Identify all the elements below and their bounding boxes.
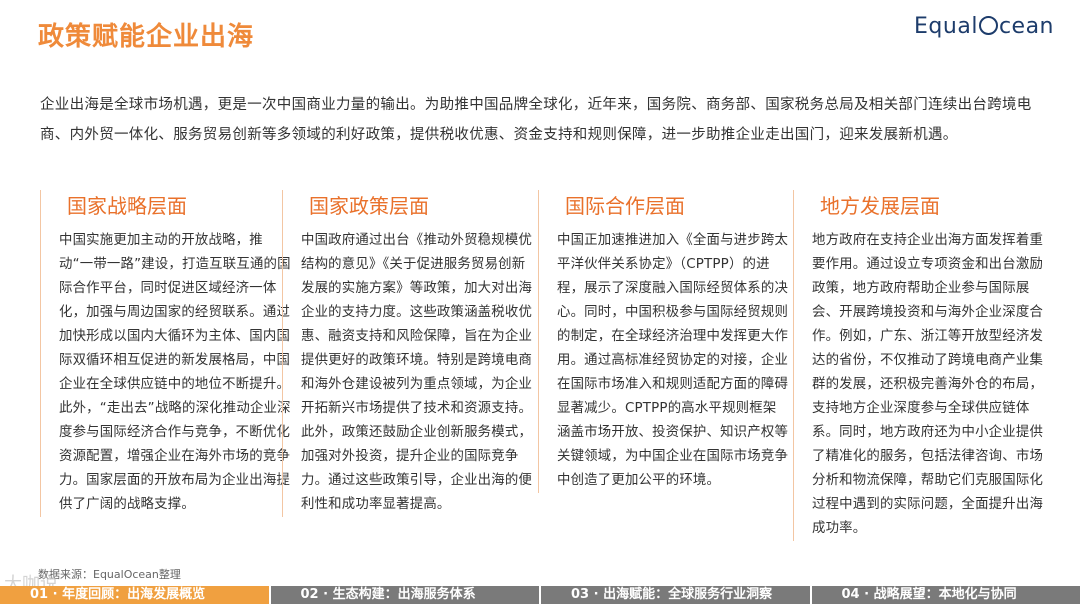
column-heading: 地方发展层面: [820, 194, 940, 218]
column-body: 中国实施更加主动的开放战略，推动“一带一路”建设，打造互联互通的国际合作平台，同…: [59, 233, 291, 512]
column-body: 地方政府在支持企业出海方面发挥着重要作用。通过设立专项资金和出台激励政策，地方政…: [812, 233, 1044, 536]
data-source-note: 数据来源：EqualOcean整理: [38, 568, 181, 581]
page-title: 政策赋能企业出海: [38, 22, 255, 52]
equalocean-logo: Equal cean: [914, 14, 1054, 39]
column-body: 中国政府通过出台《推动外贸稳规模优结构的意见》《关于促进服务贸易创新发展的实施方…: [301, 233, 533, 512]
column-national-policy: 国家政策层面 中国政府通过出台《推动外贸稳规模优结构的意见》《关于促进服务贸易创…: [282, 190, 533, 517]
section-tab-03[interactable]: 03 · 出海赋能：全球服务行业洞察: [541, 586, 812, 604]
column-heading: 国际合作层面: [565, 194, 685, 218]
section-tab-02[interactable]: 02 · 生态构建：出海服务体系: [271, 586, 541, 604]
intro-paragraph: 企业出海是全球市场机遇，更是一次中国商业力量的输出。为助推中国品牌全球化，近年来…: [40, 97, 1032, 143]
column-heading: 国家政策层面: [309, 194, 429, 218]
section-nav: 01 · 年度回顾：出海发展概览 02 · 生态构建：出海服务体系 03 · 出…: [0, 586, 1080, 604]
column-international-cooperation: 国际合作层面 中国正加速推进加入《全面与进步跨太平洋伙伴关系协定》（CPTPP）…: [538, 190, 789, 493]
column-heading: 国家战略层面: [67, 194, 187, 218]
column-body: 中国正加速推进加入《全面与进步跨太平洋伙伴关系协定》（CPTPP）的进程，展示了…: [557, 233, 789, 488]
logo-o-icon: [978, 16, 998, 35]
section-tab-04[interactable]: 04 · 战略展望：本地化与协同: [812, 586, 1080, 604]
section-tab-01[interactable]: 01 · 年度回顾：出海发展概览: [0, 586, 271, 604]
column-local-development: 地方发展层面 地方政府在支持企业出海方面发挥着重要作用。通过设立专项资金和出台激…: [793, 190, 1044, 541]
logo-text-pre: Equal: [914, 14, 978, 39]
column-national-strategy: 国家战略层面 中国实施更加主动的开放战略，推动“一带一路”建设，打造互联互通的国…: [40, 190, 291, 517]
logo-text-post: cean: [998, 14, 1054, 39]
